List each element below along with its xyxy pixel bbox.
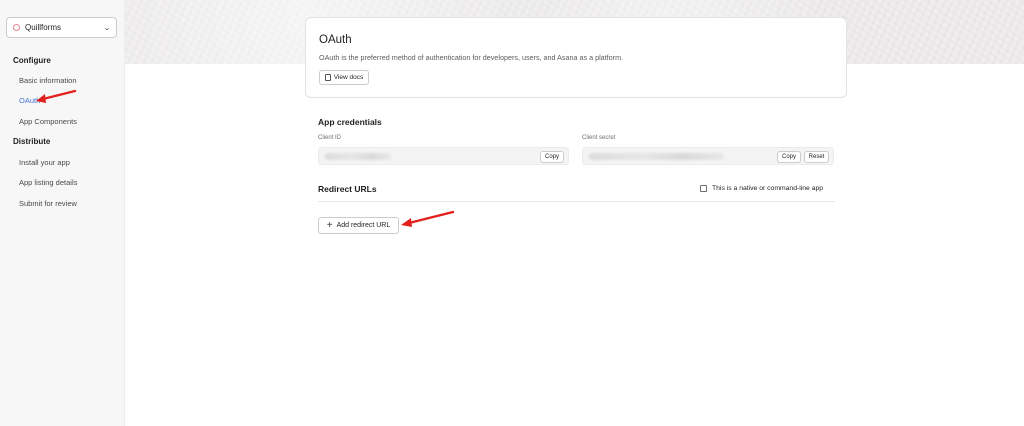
app-logo-icon — [13, 24, 20, 31]
client-secret-label: Client secret — [582, 135, 616, 141]
section-title-distribute: Distribute — [13, 137, 51, 146]
sidebar-item-basic-information[interactable]: Basic information — [19, 76, 77, 85]
sidebar-item-app-components[interactable]: App Components — [19, 117, 77, 126]
sidebar-item-submit-for-review[interactable]: Submit for review — [19, 199, 77, 208]
view-docs-button[interactable]: View docs — [319, 70, 369, 85]
plus-icon: + — [326, 219, 333, 231]
native-app-checkbox-row[interactable]: This is a native or command-line app — [700, 185, 823, 192]
copy-client-secret-button[interactable]: Copy — [777, 151, 801, 163]
native-app-checkbox[interactable] — [700, 185, 707, 192]
sidebar-item-install-your-app[interactable]: Install your app — [19, 158, 70, 167]
copy-client-id-button[interactable]: Copy — [540, 151, 564, 163]
client-id-label: Client ID — [318, 135, 342, 141]
annotation-arrow-oauth — [36, 89, 77, 103]
client-id-value-obscured — [325, 153, 391, 160]
oauth-card: OAuth OAuth is the preferred method of a… — [305, 17, 847, 98]
sidebar: Quillforms ⌄ Configure Basic information… — [0, 0, 125, 426]
divider — [318, 201, 835, 202]
add-redirect-url-button[interactable]: + Add redirect URL — [318, 217, 399, 234]
native-app-checkbox-label: This is a native or command-line app — [712, 185, 824, 192]
chevron-down-icon: ⌄ — [103, 24, 111, 32]
annotation-arrow-add-redirect — [401, 210, 455, 227]
sidebar-item-app-listing-details[interactable]: App listing details — [19, 178, 77, 187]
client-secret-value-obscured — [589, 153, 724, 160]
app-name: Quillforms — [25, 23, 62, 32]
add-redirect-url-label: Add redirect URL — [336, 222, 391, 229]
app-credentials-heading: App credentials — [318, 117, 382, 127]
document-icon — [324, 74, 331, 81]
client-secret-field: Copy Reset — [582, 147, 834, 165]
reset-client-secret-button[interactable]: Reset — [804, 151, 829, 163]
redirect-urls-heading: Redirect URLs — [318, 184, 377, 194]
client-id-field: Copy — [318, 147, 569, 165]
view-docs-label: View docs — [333, 74, 364, 81]
page-description: OAuth is the preferred method of authent… — [319, 53, 624, 62]
app-selector[interactable]: Quillforms ⌄ — [6, 17, 117, 38]
section-title-configure: Configure — [13, 56, 51, 65]
page-title: OAuth — [319, 34, 352, 46]
